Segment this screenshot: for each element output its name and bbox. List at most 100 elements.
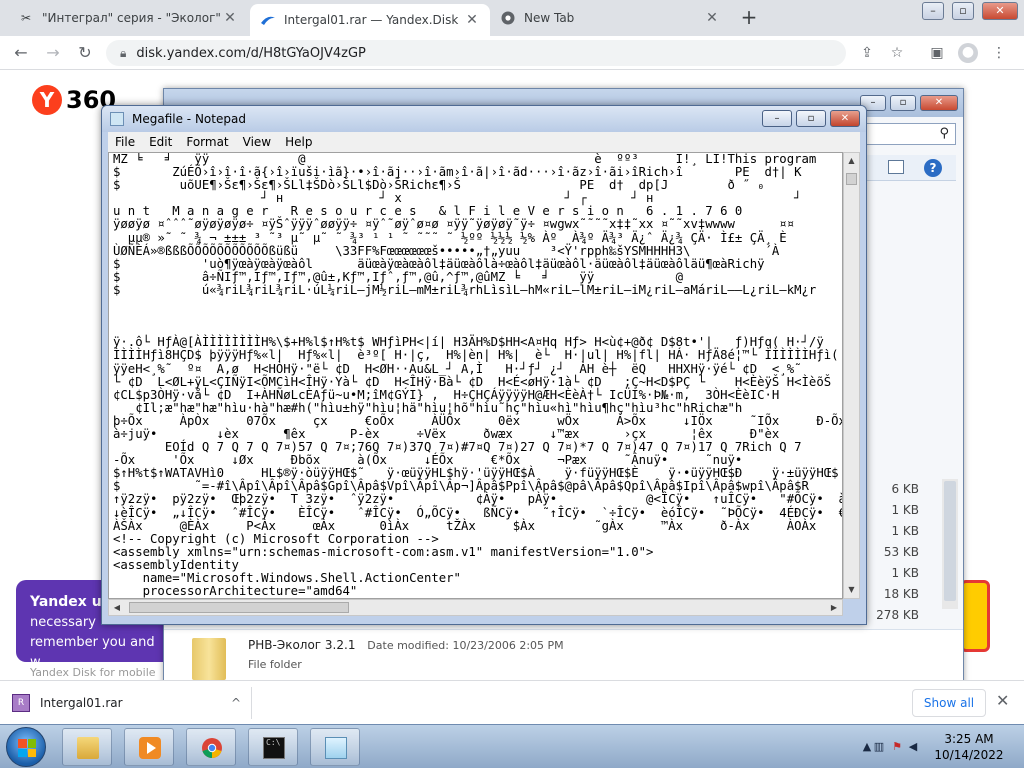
scrollbar-thumb[interactable]	[129, 602, 349, 613]
taskbar-clock[interactable]: 3:25 AM 10/14/2022	[924, 731, 1014, 763]
windows-logo-icon	[18, 739, 36, 757]
close-window-button[interactable]: ✕	[982, 2, 1018, 20]
side-panel-icon[interactable]: ▣	[928, 44, 946, 62]
chrome-icon	[201, 737, 223, 759]
tab-integral-series[interactable]: ✂ "Интеграл" серия - "Эколог" - П ✕	[8, 4, 248, 32]
scroll-up-arrow-icon[interactable]: ▲	[844, 153, 859, 169]
download-item[interactable]: R Intergal01.rar ^	[12, 687, 252, 719]
taskbar-command-prompt[interactable]: C:\	[248, 728, 298, 766]
menu-format[interactable]: Format	[179, 135, 235, 149]
preview-pane-icon[interactable]	[888, 160, 904, 174]
notepad-menubar: File Edit Format View Help	[108, 132, 860, 152]
network-icon[interactable]: ▥	[872, 740, 886, 754]
notepad-title: Megafile - Notepad	[132, 112, 246, 126]
reload-icon[interactable]: ↻	[74, 42, 96, 64]
windows-taskbar: C:\ ▲ ▥ ⚑ ◀ 3:25 AM 10/14/2022	[0, 724, 1024, 768]
system-tray: ▲ ▥ ⚑ ◀ 3:25 AM 10/14/2022	[860, 725, 1024, 768]
url-text: disk.yandex.com/d/H8tGYaOJV4zGP	[136, 45, 366, 61]
browser-toolbar: ← → ↻ 🔒︎ disk.yandex.com/d/H8tGYaOJV4zGP…	[0, 36, 1024, 70]
start-button[interactable]	[6, 727, 46, 767]
notepad-vertical-scrollbar[interactable]: ▲ ▼	[843, 152, 860, 599]
file-size: 18 KB	[883, 587, 919, 601]
close-tab-icon[interactable]: ✕	[704, 10, 720, 26]
back-arrow-icon[interactable]: ←	[10, 42, 32, 64]
scrollbar-thumb[interactable]	[846, 173, 857, 185]
download-filename: Intergal01.rar	[40, 696, 123, 710]
explorer-maximize-button[interactable]: ▫	[890, 95, 916, 111]
yandex-disk-icon	[260, 12, 276, 28]
notepad-window: Megafile - Notepad – ▫ ✕ File Edit Forma…	[101, 105, 867, 625]
yandex-logo-letter: Y	[32, 85, 62, 115]
menu-edit[interactable]: Edit	[142, 135, 179, 149]
taskbar-chrome[interactable]	[186, 728, 236, 766]
address-bar[interactable]: 🔒︎ disk.yandex.com/d/H8tGYaOJV4zGP	[106, 40, 846, 66]
notepad-titlebar[interactable]: Megafile - Notepad – ▫ ✕	[102, 106, 866, 132]
menu-kebab-icon[interactable]: ⋮	[990, 44, 1008, 62]
profile-avatar-icon[interactable]: ●	[958, 43, 978, 63]
scroll-left-arrow-icon[interactable]: ◀	[109, 600, 125, 615]
tools-icon: ✂	[20, 11, 32, 25]
notepad-icon	[325, 737, 347, 759]
cookie-title: Yandex u	[30, 594, 102, 610]
chevron-up-icon[interactable]: ^	[231, 696, 241, 710]
notepad-close-button[interactable]: ✕	[830, 110, 860, 127]
menu-help[interactable]: Help	[278, 135, 319, 149]
close-icon[interactable]: ✕	[996, 691, 1009, 710]
tab-new-tab[interactable]: New Tab ✕	[490, 4, 730, 32]
forward-arrow-icon[interactable]: →	[42, 42, 64, 64]
rar-file-icon: R	[12, 694, 30, 712]
scrollbar-thumb[interactable]	[944, 481, 956, 601]
mobile-app-note[interactable]: Yandex Disk for mobile	[30, 666, 156, 679]
scroll-down-arrow-icon[interactable]: ▼	[844, 582, 859, 598]
notepad-horizontal-scrollbar[interactable]: ◀ ▶	[108, 599, 843, 616]
maximize-window-button[interactable]: ▫	[952, 2, 974, 20]
command-prompt-icon: C:\	[263, 737, 285, 759]
folder-icon	[77, 737, 99, 759]
clock-time: 3:25 AM	[944, 732, 994, 746]
notepad-text-area[interactable]: MZ ╘ ╛ ÿÿ @ è ºº³ Í!¸ LÍ!This program $ …	[108, 152, 843, 599]
lock-icon: 🔒︎	[120, 45, 127, 60]
menu-view[interactable]: View	[236, 135, 278, 149]
action-center-icon[interactable]: ⚑	[890, 740, 904, 754]
tab-title: New Tab	[524, 11, 575, 25]
share-icon[interactable]: ⇪	[858, 44, 876, 62]
cookie-text-line1: necessary	[30, 615, 96, 630]
scroll-right-arrow-icon[interactable]: ▶	[826, 600, 842, 615]
tab-yandex-disk[interactable]: Intergal01.rar — Yandex.Disk ✕	[250, 4, 490, 36]
new-tab-button[interactable]: +	[738, 6, 760, 28]
menu-file[interactable]: File	[108, 135, 142, 149]
taskbar-explorer[interactable]	[62, 728, 112, 766]
download-shelf: R Intergal01.rar ^ Show all ✕	[0, 680, 1024, 724]
download-cta-button[interactable]	[960, 580, 990, 652]
show-all-button[interactable]: Show all	[912, 689, 986, 717]
notepad-app-icon	[110, 112, 124, 126]
file-size: 1 KB	[891, 524, 919, 538]
folder-type: File folder	[248, 658, 302, 671]
file-size: 6 KB	[891, 482, 919, 496]
taskbar-notepad[interactable]	[310, 728, 360, 766]
bookmark-star-icon[interactable]: ☆	[888, 44, 906, 62]
file-size: 1 KB	[891, 503, 919, 517]
close-tab-icon[interactable]: ✕	[222, 10, 238, 26]
tab-title: "Интеграл" серия - "Эколог" - П	[42, 11, 222, 25]
explorer-close-button[interactable]: ✕	[920, 95, 958, 111]
file-size: 1 KB	[891, 566, 919, 580]
taskbar-media-player[interactable]	[124, 728, 174, 766]
file-size: 53 KB	[883, 545, 919, 559]
browser-tab-strip: ✂ "Интеграл" серия - "Эколог" - П ✕ Inte…	[0, 0, 1024, 36]
explorer-scrollbar[interactable]	[942, 479, 958, 609]
notepad-content: MZ ╘ ╛ ÿÿ @ è ºº³ Í!¸ LÍ!This program $ …	[113, 152, 843, 599]
file-size: 278 KB	[876, 608, 919, 622]
media-player-icon	[139, 737, 161, 759]
tab-title: Intergal01.rar — Yandex.Disk	[284, 13, 459, 27]
folder-date-modified: Date modified: 10/23/2006 2:05 PM	[367, 639, 564, 652]
chrome-icon	[500, 10, 516, 26]
notepad-minimize-button[interactable]: –	[762, 110, 792, 127]
minimize-window-button[interactable]: –	[922, 2, 944, 20]
search-icon: ⚲	[939, 126, 949, 141]
clock-date: 10/14/2022	[934, 748, 1004, 762]
notepad-maximize-button[interactable]: ▫	[796, 110, 826, 127]
help-icon[interactable]: ?	[924, 159, 942, 177]
volume-icon[interactable]: ◀	[906, 740, 920, 754]
close-tab-icon[interactable]: ✕	[464, 12, 480, 28]
